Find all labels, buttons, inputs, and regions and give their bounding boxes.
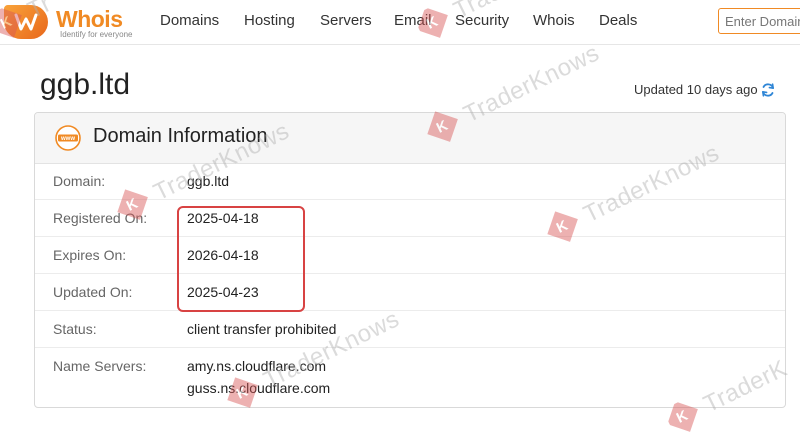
info-row-expires: Expires On: 2026-04-18: [35, 237, 785, 274]
row-label: Updated On:: [53, 284, 133, 300]
card-header: www Domain Information: [35, 113, 785, 164]
nav-whois[interactable]: Whois: [533, 12, 575, 29]
row-label: Domain:: [53, 173, 106, 189]
row-value: ggb.ltd: [187, 173, 230, 189]
name-server-2: guss.ns.cloudflare.com: [187, 380, 331, 396]
row-value: 2026-04-18: [187, 247, 259, 263]
row-value: client transfer prohibited: [187, 321, 337, 337]
domain-information-card: www Domain Information Domain: ggb.ltd R…: [34, 112, 786, 408]
info-row-updated: Updated On: 2025-04-23: [35, 274, 785, 311]
updated-timestamp: Updated 10 days ago: [634, 82, 758, 97]
row-label: Expires On:: [53, 247, 127, 263]
logo-wordmark: Whois: [56, 6, 123, 32]
nav-deals[interactable]: Deals: [599, 12, 637, 29]
row-label: Name Servers:: [53, 358, 147, 374]
www-icon: www: [55, 125, 81, 151]
row-label: Registered On:: [53, 210, 148, 226]
info-row-status: Status: client transfer prohibited: [35, 311, 785, 348]
whois-logo[interactable]: Whois Identify for everyone: [4, 3, 144, 41]
nav-domains[interactable]: Domains: [160, 12, 219, 29]
info-row-domain: Domain: ggb.ltd: [35, 163, 785, 200]
card-title: Domain Information: [93, 125, 268, 147]
row-label: Status:: [53, 321, 97, 337]
nav-servers[interactable]: Servers: [320, 12, 372, 29]
info-row-name-servers: Name Servers: amy.ns.cloudflare.com guss…: [35, 348, 785, 407]
row-value: 2025-04-23: [187, 284, 259, 300]
nav-hosting[interactable]: Hosting: [244, 12, 295, 29]
domain-search-input[interactable]: [718, 8, 800, 34]
info-row-registered: Registered On: 2025-04-18: [35, 200, 785, 237]
logo-tagline: Identify for everyone: [60, 30, 133, 39]
top-navigation-bar: Whois Identify for everyone Domains Host…: [0, 0, 800, 45]
row-value: 2025-04-18: [187, 210, 259, 226]
name-server-1: amy.ns.cloudflare.com: [187, 358, 327, 374]
refresh-icon[interactable]: [760, 82, 776, 98]
nav-email[interactable]: Email: [394, 12, 432, 29]
page-title: ggb.ltd: [40, 68, 131, 101]
nav-security[interactable]: Security: [455, 12, 509, 29]
svg-text:www: www: [60, 136, 75, 142]
logo-mark-icon: [4, 5, 48, 39]
